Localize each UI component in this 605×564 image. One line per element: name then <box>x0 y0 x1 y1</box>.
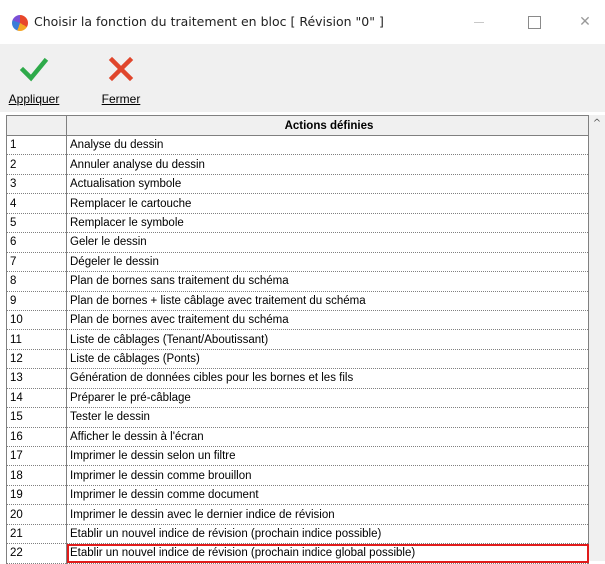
row-number[interactable]: 7 <box>6 252 67 273</box>
table-row[interactable]: 22 Etablir un nouvel indice de révision (… <box>6 543 589 564</box>
row-action[interactable]: Liste de câblages (Tenant/Aboutissant) <box>66 329 589 350</box>
row-number[interactable]: 22 <box>6 543 67 564</box>
row-action[interactable]: Annuler analyse du dessin <box>66 154 589 175</box>
row-number[interactable]: 8 <box>6 271 67 292</box>
row-action[interactable]: Imprimer le dessin avec le dernier indic… <box>66 504 589 525</box>
row-action[interactable]: Génération de données cibles pour les bo… <box>66 368 589 389</box>
apply-button[interactable]: Appliquer <box>3 48 65 110</box>
header-number[interactable] <box>6 115 67 136</box>
row-number[interactable]: 12 <box>6 349 67 370</box>
row-number[interactable]: 10 <box>6 310 67 331</box>
vertical-scrollbar[interactable]: ^ <box>589 115 605 561</box>
header-actions[interactable]: Actions définies <box>66 115 589 136</box>
row-action[interactable]: Etablir un nouvel indice de révision (pr… <box>66 524 589 545</box>
table-header-row: Actions définies <box>6 115 589 136</box>
row-number[interactable]: 6 <box>6 232 67 253</box>
row-action[interactable]: Geler le dessin <box>66 232 589 253</box>
row-action[interactable]: Liste de câblages (Ponts) <box>66 349 589 370</box>
table-row[interactable]: 8 Plan de bornes sans traitement du schém… <box>6 271 589 292</box>
toolbar: Appliquer Fermer <box>0 44 605 112</box>
row-action[interactable]: Remplacer le symbole <box>66 213 589 234</box>
row-action[interactable]: Imprimer le dessin comme brouillon <box>66 465 589 486</box>
table-row[interactable]: 13 Génération de données cibles pour les … <box>6 368 589 389</box>
table-row[interactable]: 9 Plan de bornes + liste câblage avec tra… <box>6 291 589 311</box>
table-row[interactable]: 20 Imprimer le dessin avec le dernier ind… <box>6 504 589 525</box>
row-action[interactable]: Remplacer le cartouche <box>66 193 589 214</box>
row-number[interactable]: 11 <box>6 329 67 350</box>
table-row[interactable]: 5 Remplacer le symbole <box>6 213 589 234</box>
apply-label: Appliquer <box>8 92 60 106</box>
row-action[interactable]: Analyse du dessin <box>66 135 589 156</box>
row-number[interactable]: 2 <box>6 154 67 175</box>
row-number[interactable]: 5 <box>6 213 67 234</box>
table-row[interactable]: 21 Etablir un nouvel indice de révision (… <box>6 524 589 545</box>
table-row[interactable]: 10 Plan de bornes avec traitement du sché… <box>6 310 589 331</box>
row-action[interactable]: Dégeler le dessin <box>66 252 589 273</box>
table-row[interactable]: 14 Préparer le pré-câblage <box>6 388 589 409</box>
window-title: Choisir la fonction du traitement en blo… <box>34 14 384 29</box>
row-action[interactable]: Afficher le dessin à l'écran <box>66 427 589 448</box>
row-action[interactable]: Plan de bornes avec traitement du schéma <box>66 310 589 331</box>
row-number[interactable]: 19 <box>6 485 67 506</box>
actions-table: Actions définies 1 Analyse du dessin 2 Annu… <box>6 115 589 564</box>
row-number[interactable]: 4 <box>6 193 67 214</box>
row-action[interactable]: Plan de bornes sans traitement du schéma <box>66 271 589 292</box>
table-row[interactable]: 3 Actualisation symbole <box>6 174 589 195</box>
app-logo-icon <box>12 15 28 31</box>
close-button[interactable]: Fermer <box>93 48 149 110</box>
close-label: Fermer <box>101 92 141 106</box>
table-row[interactable]: 17 Imprimer le dessin selon un filtre <box>6 446 589 467</box>
maximize-button[interactable] <box>521 10 547 34</box>
actions-table-container: Actions définies 1 Analyse du dessin 2 Annu… <box>6 115 605 564</box>
row-number[interactable]: 16 <box>6 427 67 448</box>
close-icon: ✕ <box>579 14 591 30</box>
row-number[interactable]: 18 <box>6 465 67 486</box>
row-action[interactable]: Etablir un nouvel indice de révision (pr… <box>66 543 589 564</box>
table-row[interactable]: 4 Remplacer le cartouche <box>6 193 589 214</box>
table-row[interactable]: 11 Liste de câblages (Tenant/Aboutissant) <box>6 329 589 350</box>
row-number[interactable]: 1 <box>6 135 67 156</box>
row-action[interactable]: Imprimer le dessin selon un filtre <box>66 446 589 467</box>
checkmark-icon <box>19 57 49 82</box>
row-number[interactable]: 17 <box>6 446 67 467</box>
row-action[interactable]: Tester le dessin <box>66 407 589 428</box>
table-row[interactable]: 1 Analyse du dessin <box>6 135 589 156</box>
row-number[interactable]: 14 <box>6 388 67 409</box>
table-body: 1 Analyse du dessin 2 Annuler analyse du de… <box>6 135 589 564</box>
row-action[interactable]: Actualisation symbole <box>66 174 589 195</box>
scroll-track[interactable] <box>591 135 603 555</box>
row-action[interactable]: Plan de bornes + liste câblage avec trai… <box>66 291 589 311</box>
maximize-icon <box>527 15 541 29</box>
row-number[interactable]: 21 <box>6 524 67 545</box>
cross-icon <box>108 56 134 82</box>
row-number[interactable]: 3 <box>6 174 67 195</box>
close-window-button[interactable]: ✕ <box>572 10 598 34</box>
table-row[interactable]: 2 Annuler analyse du dessin <box>6 154 589 175</box>
table-row[interactable]: 12 Liste de câblages (Ponts) <box>6 349 589 370</box>
row-number[interactable]: 9 <box>6 291 67 311</box>
table-row[interactable]: 7 Dégeler le dessin <box>6 252 589 273</box>
minimize-icon <box>474 21 484 23</box>
row-number[interactable]: 20 <box>6 504 67 525</box>
table-row[interactable]: 15 Tester le dessin <box>6 407 589 428</box>
minimize-button[interactable] <box>466 10 492 34</box>
row-action[interactable]: Préparer le pré-câblage <box>66 388 589 409</box>
table-row[interactable]: 19 Imprimer le dessin comme document <box>6 485 589 506</box>
row-action[interactable]: Imprimer le dessin comme document <box>66 485 589 506</box>
table-row[interactable]: 18 Imprimer le dessin comme brouillon <box>6 465 589 486</box>
title-bar: Choisir la fonction du traitement en blo… <box>0 0 605 44</box>
row-number[interactable]: 13 <box>6 368 67 389</box>
row-number[interactable]: 15 <box>6 407 67 428</box>
scroll-up-icon[interactable]: ^ <box>589 115 605 132</box>
table-row[interactable]: 6 Geler le dessin <box>6 232 589 253</box>
table-row[interactable]: 16 Afficher le dessin à l'écran <box>6 427 589 448</box>
